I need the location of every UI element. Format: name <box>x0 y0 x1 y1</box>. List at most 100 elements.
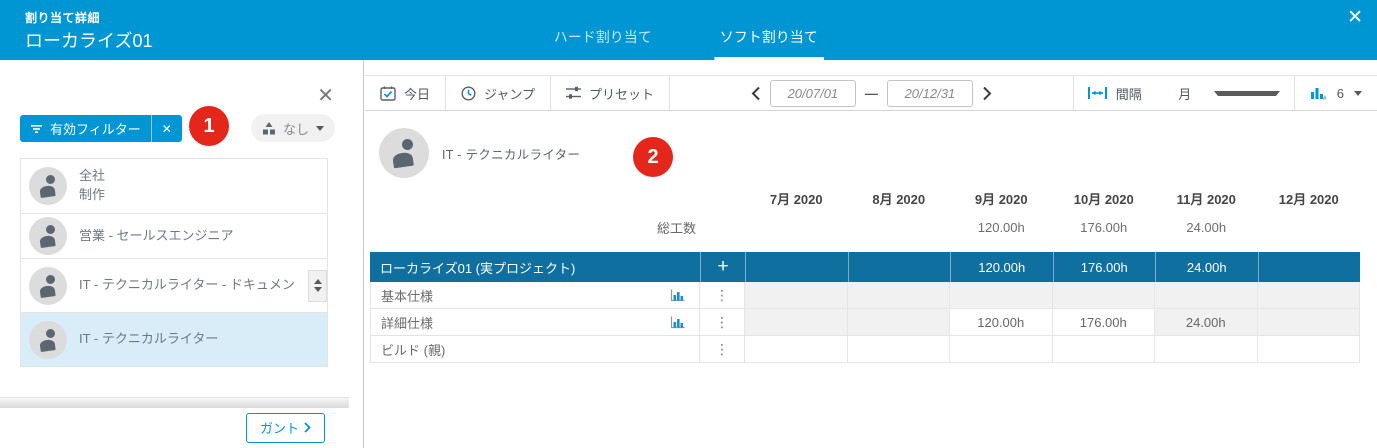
filter-icon <box>30 124 43 134</box>
project-value <box>848 252 951 282</box>
allocation-cell[interactable] <box>848 282 951 309</box>
allocation-cell[interactable] <box>1053 336 1156 363</box>
svg-text:#: # <box>1323 96 1327 100</box>
month-header-row: 7月 2020 8月 2020 9月 2020 10月 2020 11月 202… <box>370 186 1360 210</box>
chevron-down-icon <box>1354 91 1362 96</box>
resource-avatar <box>379 128 429 178</box>
grouping-value: なし <box>283 119 309 138</box>
list-item-label: 全社 <box>79 168 105 183</box>
total-hours-row: 総工数 120.00h 176.00h 24.00h <box>370 210 1360 244</box>
avatar <box>29 267 67 305</box>
kebab-menu-icon[interactable]: ⋮ <box>700 336 745 363</box>
project-value <box>745 252 848 282</box>
chevron-right-icon <box>304 422 311 433</box>
project-value: 176.00h <box>1053 252 1156 282</box>
scroll-spinner[interactable] <box>308 270 327 302</box>
allocation-panel: 今日 ジャンプ プリセット — <box>365 60 1377 448</box>
project-row: ローカライズ01 (実プロジェクト) + 120.00h 176.00h 24.… <box>370 252 1360 282</box>
allocation-cell[interactable] <box>848 309 951 336</box>
interval-control[interactable]: 間隔 <box>1073 76 1156 110</box>
date-from-input[interactable] <box>770 80 856 107</box>
project-value: 24.00h <box>1155 252 1258 282</box>
allocation-cell[interactable] <box>1258 309 1361 336</box>
resource-sidebar: ✕ 有効フィルター ✕ 1 なし 全社 制作 営業 - セールスエンジニア IT <box>0 60 364 448</box>
total-value: 176.00h <box>1053 220 1156 235</box>
active-filter-chip[interactable]: 有効フィルター ✕ <box>20 115 182 142</box>
chevron-right-icon[interactable] <box>982 86 992 101</box>
timeline-toolbar: 今日 ジャンプ プリセット — <box>365 75 1377 111</box>
allocation-cell[interactable] <box>1053 282 1156 309</box>
gantt-button[interactable]: ガント <box>246 413 325 443</box>
today-button[interactable]: 今日 <box>365 76 446 110</box>
horizontal-scrollbar[interactable] <box>0 397 349 408</box>
period-count-select[interactable]: # 6 <box>1294 76 1377 110</box>
interval-icon <box>1088 87 1107 99</box>
allocation-cell[interactable]: 120.00h <box>950 309 1053 336</box>
total-value: 24.00h <box>1155 220 1258 235</box>
today-label: 今日 <box>404 84 430 103</box>
list-item-label: 営業 - セールスエンジニア <box>79 227 234 246</box>
chevron-down-icon <box>316 126 324 131</box>
close-icon[interactable]: ✕ <box>1347 8 1363 27</box>
histogram-icon[interactable] <box>670 289 685 302</box>
date-range-dash: — <box>865 86 878 101</box>
allocation-grid: 7月 2020 8月 2020 9月 2020 10月 2020 11月 202… <box>370 186 1360 363</box>
total-hours-label: 総工数 <box>370 218 700 237</box>
jump-button[interactable]: ジャンプ <box>446 76 551 110</box>
resource-name: IT - テクニカルライター <box>442 144 580 163</box>
allocation-cell[interactable] <box>745 336 848 363</box>
list-item-documentation[interactable]: IT - テクニカルライター - ドキュメンテーシ <box>21 259 327 313</box>
calendar-icon <box>380 86 396 101</box>
month-header: 7月 2020 <box>745 189 848 208</box>
allocation-cell[interactable] <box>950 282 1053 309</box>
tab-soft-assignment[interactable]: ソフト割り当て <box>714 18 824 60</box>
gantt-button-label: ガント <box>260 418 299 437</box>
allocation-cell[interactable] <box>1258 336 1361 363</box>
list-item-company[interactable]: 全社 制作 <box>21 159 327 214</box>
allocation-cell[interactable]: 176.00h <box>1053 309 1156 336</box>
page-title: ローカライズ01 <box>25 27 152 53</box>
preset-button[interactable]: プリセット <box>551 76 670 110</box>
interval-label: 間隔 <box>1116 84 1142 103</box>
bar-chart-icon: # <box>1311 86 1327 100</box>
add-task-button[interactable]: + <box>700 252 745 282</box>
dialog-eyebrow: 割り当て詳細 <box>25 9 100 26</box>
tab-hard-assignment[interactable]: ハード割り当て <box>548 18 658 60</box>
task-row-detail-spec: 詳細仕様 ⋮ 120.00h 176.00h 24.00h <box>370 309 1360 336</box>
task-row-build: ビルド (親) ⋮ <box>370 336 1360 363</box>
interval-unit-value: 月 <box>1156 84 1214 103</box>
allocation-cell[interactable] <box>745 282 848 309</box>
allocation-cell[interactable] <box>745 309 848 336</box>
hierarchy-icon <box>262 122 276 135</box>
resource-list: 全社 制作 営業 - セールスエンジニア IT - テクニカルライター - ドキ… <box>20 158 328 367</box>
total-value: 120.00h <box>950 220 1053 235</box>
grouping-dropdown[interactable]: なし <box>251 114 335 142</box>
allocation-cell[interactable] <box>1258 282 1361 309</box>
resource-header: IT - テクニカルライター <box>379 128 580 178</box>
task-label: 基本仕様 <box>381 286 670 305</box>
annotation-badge-1: 1 <box>189 106 229 146</box>
allocation-cell[interactable] <box>848 336 951 363</box>
allocation-cell[interactable] <box>1155 336 1258 363</box>
histogram-icon[interactable] <box>670 316 685 329</box>
list-item-label: IT - テクニカルライター - ドキュメンテーシ <box>79 276 296 295</box>
kebab-menu-icon[interactable]: ⋮ <box>700 309 745 336</box>
jump-label: ジャンプ <box>484 84 535 103</box>
filter-remove-icon[interactable]: ✕ <box>151 115 182 142</box>
task-label: 詳細仕様 <box>381 313 670 332</box>
chevron-left-icon[interactable] <box>751 86 761 101</box>
list-item-technical-writer[interactable]: IT - テクニカルライター <box>21 313 327 367</box>
project-value <box>1258 252 1361 282</box>
kebab-menu-icon[interactable]: ⋮ <box>700 282 745 309</box>
chevron-down-icon <box>1214 91 1280 96</box>
allocation-cell[interactable] <box>1155 282 1258 309</box>
sidebar-close-icon[interactable]: ✕ <box>317 86 334 106</box>
project-row-label: ローカライズ01 (実プロジェクト) <box>370 258 700 277</box>
month-header: 12月 2020 <box>1258 189 1361 208</box>
allocation-cell[interactable] <box>950 336 1053 363</box>
date-to-input[interactable] <box>887 80 973 107</box>
interval-unit-select[interactable]: 月 <box>1156 76 1294 110</box>
allocation-cell[interactable]: 24.00h <box>1155 309 1258 336</box>
list-item-sales-engineer[interactable]: 営業 - セールスエンジニア <box>21 214 327 259</box>
sliders-icon <box>566 86 581 100</box>
